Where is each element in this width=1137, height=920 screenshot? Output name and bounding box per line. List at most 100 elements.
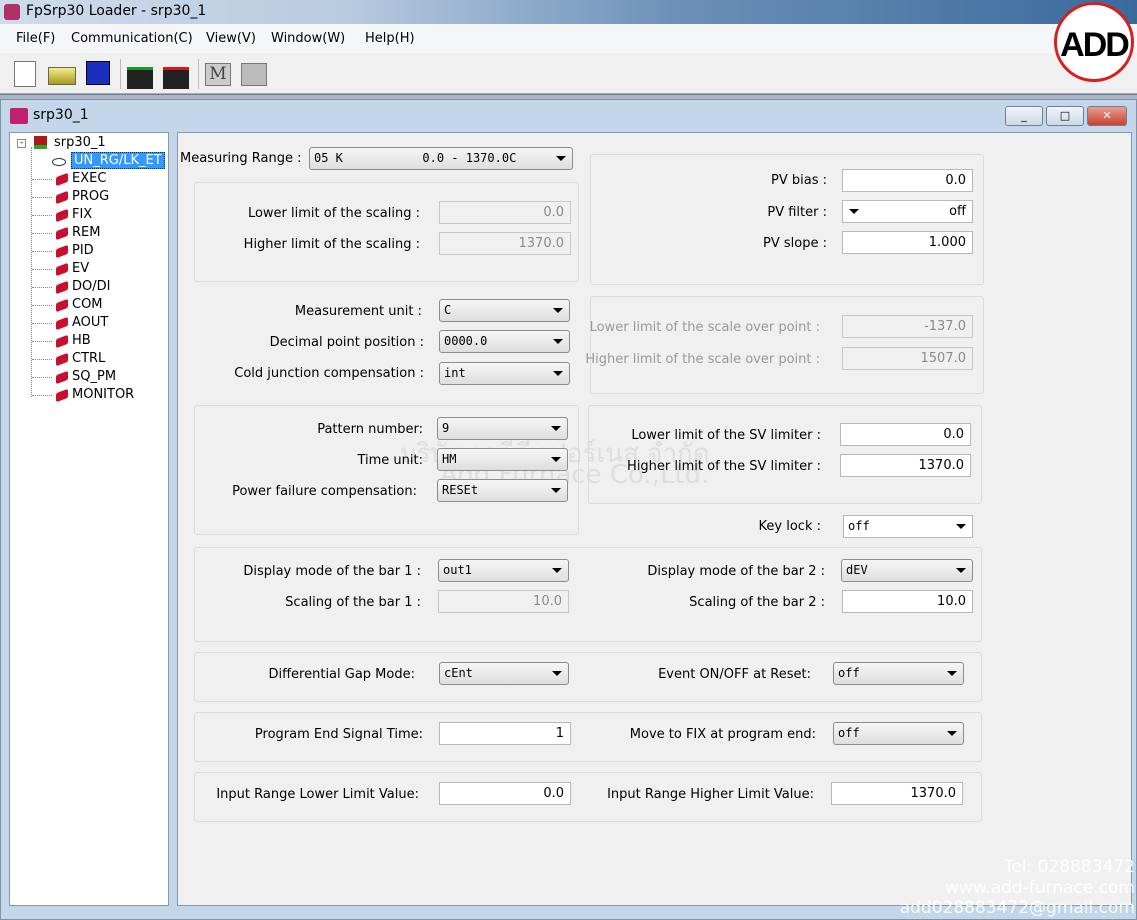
pv-bias-input[interactable]: 0.0 [842,169,973,192]
tree-item-exec[interactable]: EXEC [72,171,106,186]
tree-item-aout[interactable]: AOUT [72,315,108,330]
power-failure-dropdown[interactable]: RESEt [437,479,568,502]
open-folder-icon[interactable] [48,67,76,85]
upload-to-device-icon[interactable] [127,67,153,89]
chevron-down-icon [553,371,563,376]
menu-help[interactable]: Help(H) [365,31,415,46]
bar1-scaling-input: 10.0 [438,590,569,613]
chevron-down-icon [551,457,561,462]
key-lock-label: Key lock : [758,519,821,534]
tree-item-hb[interactable]: HB [72,333,91,348]
bar1-mode-value: out1 [443,563,472,577]
tree-item-ev[interactable]: EV [72,261,89,276]
toolbar-separator [120,59,121,89]
monitor-m-icon[interactable]: M [205,63,231,86]
chevron-down-icon [956,524,966,529]
measurement-unit-label: Measurement unit : [294,304,422,319]
pv-bias-label: PV bias : [771,173,827,188]
diff-gap-dropdown[interactable]: cEnt [439,662,569,685]
tree-item-rem[interactable]: REM [72,225,100,240]
tree-item-fix[interactable]: FIX [72,207,92,222]
lower-scale-over-label: Lower limit of the scale over point : [589,320,820,335]
chevron-down-icon [947,731,957,736]
collapse-icon[interactable]: - [17,139,26,148]
pv-filter-dropdown[interactable]: off [842,200,973,223]
toolbar-separator [198,59,199,89]
tool-icon[interactable] [241,63,267,86]
new-file-icon[interactable] [14,61,36,87]
prog-end-time-input[interactable]: 1 [439,722,571,745]
pattern-number-label: Pattern number: [317,422,423,437]
tree-item-com[interactable]: COM [72,297,103,312]
cold-junction-dropdown[interactable]: int [439,362,570,385]
lower-scaling-label: Lower limit of the scaling : [247,206,420,221]
lower-sv-input[interactable]: 0.0 [840,423,971,446]
decimal-point-dropdown[interactable]: 0000.0 [439,330,570,353]
input-higher-input[interactable]: 1370.0 [831,782,963,805]
key-lock-dropdown[interactable]: off [843,515,973,538]
book-icon [56,262,68,277]
pattern-number-value: 9 [442,421,450,435]
measurement-unit-value: C [444,303,452,317]
child-window-title: srp30_1 [33,107,89,123]
bar2-scaling-input[interactable]: 10.0 [842,590,973,613]
menu-bar: File(F) Communication(C) View(V) Window(… [0,24,1137,53]
pv-slope-input[interactable]: 1.000 [842,231,973,254]
higher-sv-input[interactable]: 1370.0 [840,454,971,477]
download-from-device-icon[interactable] [163,67,189,89]
app-title: FpSrp30 Loader - srp30_1 [26,3,207,19]
time-unit-value: HM [442,452,457,466]
tree-line [32,341,52,342]
chevron-down-icon [556,156,566,161]
decimal-point-value: 0000.0 [444,334,488,348]
diff-gap-value: cEnt [444,666,473,680]
tree-item-sq-pm[interactable]: SQ_PM [72,369,116,384]
menu-communication[interactable]: Communication(C) [71,31,193,46]
diff-gap-label: Differential Gap Mode: [268,667,415,682]
chevron-down-icon [552,568,562,573]
higher-scaling-label: Higher limit of the scaling : [243,237,420,252]
book-icon [56,316,68,331]
menu-window[interactable]: Window(W) [271,31,345,46]
tree-item-pid[interactable]: PID [72,243,94,258]
bar2-mode-value: dEV [846,563,868,577]
tree-line [32,359,52,360]
maximize-button[interactable]: □ [1046,106,1084,126]
save-icon[interactable] [86,61,110,85]
tree-item-un-rg-lk-et[interactable]: UN_RG/LK_ET [71,152,165,169]
bar1-mode-dropdown[interactable]: out1 [438,559,569,582]
move-fix-dropdown[interactable]: off [833,722,964,745]
tree-root[interactable]: srp30_1 [54,135,106,150]
close-button[interactable]: ✕ [1087,106,1127,126]
measurement-unit-dropdown[interactable]: C [439,299,570,322]
tree-item-monitor[interactable]: MONITOR [72,387,134,402]
input-higher-label: Input Range Higher Limit Value: [607,787,814,802]
child-window: srp30_1 _ □ ✕ - srp30_1 UN_RG/LK_ET EXEC… [0,99,1137,920]
tree-line [32,197,52,198]
lower-scale-over-input: -137.0 [842,315,973,338]
book-icon [56,226,68,241]
input-lower-input[interactable]: 0.0 [439,782,571,805]
tree-item-prog[interactable]: PROG [72,189,109,204]
power-failure-label: Power failure compensation: [232,484,417,499]
decimal-point-label: Decimal point position : [269,335,424,350]
minimize-button[interactable]: _ [1005,106,1043,126]
chevron-down-icon [553,308,563,313]
book-icon [56,280,68,295]
tree-item-ctrl[interactable]: CTRL [72,351,105,366]
menu-view[interactable]: View(V) [206,31,256,46]
group-box [590,296,984,394]
measuring-range-value: 05 K 0.0 - 1370.0C [314,151,517,165]
move-fix-label: Move to FIX at program end: [629,727,816,742]
app-title-bar: FpSrp30 Loader - srp30_1 [0,0,1137,24]
tree-line [32,377,52,378]
bar2-mode-dropdown[interactable]: dEV [841,559,973,582]
device-tree[interactable]: - srp30_1 UN_RG/LK_ET EXEC PROG FIX REM PID E… [9,132,169,906]
cold-junction-label: Cold junction compensation : [234,366,424,381]
tree-item-do-di[interactable]: DO/DI [72,279,110,294]
event-reset-dropdown[interactable]: off [833,662,964,685]
pattern-number-dropdown[interactable]: 9 [437,417,568,440]
menu-file[interactable]: File(F) [16,31,55,46]
measuring-range-dropdown[interactable]: 05 K 0.0 - 1370.0C [309,147,573,170]
time-unit-dropdown[interactable]: HM [437,448,568,471]
